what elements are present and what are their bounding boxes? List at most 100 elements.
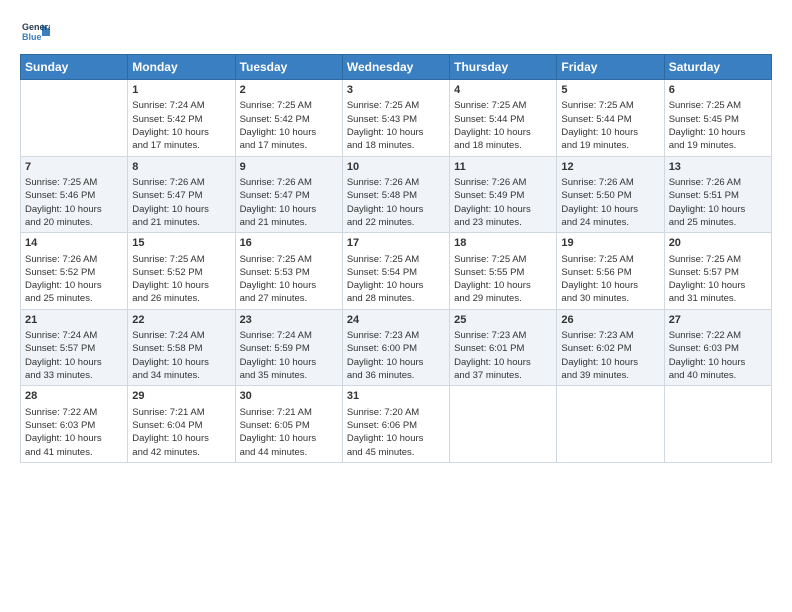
calendar-cell: 18Sunrise: 7:25 AM Sunset: 5:55 PM Dayli… bbox=[450, 233, 557, 310]
day-number: 19 bbox=[561, 236, 659, 251]
day-info: Sunrise: 7:26 AM Sunset: 5:47 PM Dayligh… bbox=[132, 176, 230, 229]
calendar-week-row: 28 Sunrise: 7:22 AM Sunset: 6:03 PM Dayli… bbox=[21, 386, 772, 463]
calendar-cell: 8Sunrise: 7:26 AM Sunset: 5:47 PM Daylig… bbox=[128, 156, 235, 233]
day-number: 29 bbox=[132, 389, 230, 404]
day-info: Sunrise: 7:24 AM Sunset: 5:42 PM Dayligh… bbox=[132, 99, 230, 152]
day-info: Sunrise: 7:25 AM Sunset: 5:43 PM Dayligh… bbox=[347, 99, 445, 152]
day-info: Sunrise: 7:25 AM Sunset: 5:44 PM Dayligh… bbox=[561, 99, 659, 152]
day-info: Sunrise: 7:20 AM Sunset: 6:06 PM Dayligh… bbox=[347, 406, 445, 459]
calendar-week-row: 21Sunrise: 7:24 AM Sunset: 5:57 PM Dayli… bbox=[21, 309, 772, 386]
day-info: Sunrise: 7:26 AM Sunset: 5:52 PM Dayligh… bbox=[25, 253, 123, 306]
calendar-cell: 28 Sunrise: 7:22 AM Sunset: 6:03 PM Dayli… bbox=[21, 386, 128, 463]
day-number: 25 bbox=[454, 313, 552, 328]
weekday-header: Friday bbox=[557, 55, 664, 80]
day-number: 11 bbox=[454, 160, 552, 175]
day-info: Sunrise: 7:22 AM Sunset: 6:03 PM Dayligh… bbox=[669, 329, 767, 382]
weekday-header: Saturday bbox=[664, 55, 771, 80]
day-info: Sunrise: 7:23 AM Sunset: 6:00 PM Dayligh… bbox=[347, 329, 445, 382]
calendar-cell: 7Sunrise: 7:25 AM Sunset: 5:46 PM Daylig… bbox=[21, 156, 128, 233]
calendar-week-row: 7Sunrise: 7:25 AM Sunset: 5:46 PM Daylig… bbox=[21, 156, 772, 233]
weekday-header: Wednesday bbox=[342, 55, 449, 80]
calendar-cell: 15 Sunrise: 7:25 AM Sunset: 5:52 PM Dayli… bbox=[128, 233, 235, 310]
day-info: Sunrise: 7:25 AM Sunset: 5:54 PM Dayligh… bbox=[347, 253, 445, 306]
day-number: 18 bbox=[454, 236, 552, 251]
day-number: 17 bbox=[347, 236, 445, 251]
calendar-cell: 3Sunrise: 7:25 AM Sunset: 5:43 PM Daylig… bbox=[342, 80, 449, 157]
calendar-cell: 29 Sunrise: 7:21 AM Sunset: 6:04 PM Dayli… bbox=[128, 386, 235, 463]
day-info: Sunrise: 7:25 AM Sunset: 5:57 PM Dayligh… bbox=[669, 253, 767, 306]
day-info: Sunrise: 7:26 AM Sunset: 5:48 PM Dayligh… bbox=[347, 176, 445, 229]
day-info: Sunrise: 7:25 AM Sunset: 5:46 PM Dayligh… bbox=[25, 176, 123, 229]
day-number: 10 bbox=[347, 160, 445, 175]
calendar-cell: 12Sunrise: 7:26 AM Sunset: 5:50 PM Dayli… bbox=[557, 156, 664, 233]
day-info: Sunrise: 7:24 AM Sunset: 5:58 PM Dayligh… bbox=[132, 329, 230, 382]
calendar-cell: 25Sunrise: 7:23 AM Sunset: 6:01 PM Dayli… bbox=[450, 309, 557, 386]
day-number: 31 bbox=[347, 389, 445, 404]
calendar-cell: 27Sunrise: 7:22 AM Sunset: 6:03 PM Dayli… bbox=[664, 309, 771, 386]
day-number: 8 bbox=[132, 160, 230, 175]
calendar-cell: 4Sunrise: 7:25 AM Sunset: 5:44 PM Daylig… bbox=[450, 80, 557, 157]
day-info: Sunrise: 7:25 AM Sunset: 5:45 PM Dayligh… bbox=[669, 99, 767, 152]
header-row: SundayMondayTuesdayWednesdayThursdayFrid… bbox=[21, 55, 772, 80]
day-number: 21 bbox=[25, 313, 123, 328]
day-info: Sunrise: 7:22 AM Sunset: 6:03 PM Dayligh… bbox=[25, 406, 123, 459]
calendar-cell: 17 Sunrise: 7:25 AM Sunset: 5:54 PM Dayli… bbox=[342, 233, 449, 310]
calendar-cell: 30Sunrise: 7:21 AM Sunset: 6:05 PM Dayli… bbox=[235, 386, 342, 463]
day-info: Sunrise: 7:21 AM Sunset: 6:04 PM Dayligh… bbox=[132, 406, 230, 459]
day-info: Sunrise: 7:25 AM Sunset: 5:42 PM Dayligh… bbox=[240, 99, 338, 152]
calendar-cell: 19Sunrise: 7:25 AM Sunset: 5:56 PM Dayli… bbox=[557, 233, 664, 310]
day-info: Sunrise: 7:23 AM Sunset: 6:01 PM Dayligh… bbox=[454, 329, 552, 382]
calendar-cell bbox=[664, 386, 771, 463]
day-info: Sunrise: 7:24 AM Sunset: 5:59 PM Dayligh… bbox=[240, 329, 338, 382]
calendar-cell bbox=[450, 386, 557, 463]
day-info: Sunrise: 7:25 AM Sunset: 5:52 PM Dayligh… bbox=[132, 253, 230, 306]
calendar-cell: 20 Sunrise: 7:25 AM Sunset: 5:57 PM Dayli… bbox=[664, 233, 771, 310]
calendar-week-row: 14 Sunrise: 7:26 AM Sunset: 5:52 PM Dayli… bbox=[21, 233, 772, 310]
day-number: 13 bbox=[669, 160, 767, 175]
day-info: Sunrise: 7:23 AM Sunset: 6:02 PM Dayligh… bbox=[561, 329, 659, 382]
day-number: 2 bbox=[240, 83, 338, 98]
day-number: 20 bbox=[669, 236, 767, 251]
calendar-cell bbox=[21, 80, 128, 157]
calendar-cell: 23Sunrise: 7:24 AM Sunset: 5:59 PM Dayli… bbox=[235, 309, 342, 386]
calendar-cell: 26Sunrise: 7:23 AM Sunset: 6:02 PM Dayli… bbox=[557, 309, 664, 386]
weekday-header: Thursday bbox=[450, 55, 557, 80]
day-number: 12 bbox=[561, 160, 659, 175]
day-number: 4 bbox=[454, 83, 552, 98]
day-number: 27 bbox=[669, 313, 767, 328]
day-info: Sunrise: 7:24 AM Sunset: 5:57 PM Dayligh… bbox=[25, 329, 123, 382]
calendar-cell: 14 Sunrise: 7:26 AM Sunset: 5:52 PM Dayli… bbox=[21, 233, 128, 310]
calendar-week-row: 1Sunrise: 7:24 AM Sunset: 5:42 PM Daylig… bbox=[21, 80, 772, 157]
day-info: Sunrise: 7:26 AM Sunset: 5:51 PM Dayligh… bbox=[669, 176, 767, 229]
day-number: 15 bbox=[132, 236, 230, 251]
day-number: 7 bbox=[25, 160, 123, 175]
weekday-header: Monday bbox=[128, 55, 235, 80]
calendar-cell: 24Sunrise: 7:23 AM Sunset: 6:00 PM Dayli… bbox=[342, 309, 449, 386]
day-number: 24 bbox=[347, 313, 445, 328]
day-number: 5 bbox=[561, 83, 659, 98]
day-number: 30 bbox=[240, 389, 338, 404]
calendar-cell: 5Sunrise: 7:25 AM Sunset: 5:44 PM Daylig… bbox=[557, 80, 664, 157]
calendar-cell: 21Sunrise: 7:24 AM Sunset: 5:57 PM Dayli… bbox=[21, 309, 128, 386]
calendar-cell: 11Sunrise: 7:26 AM Sunset: 5:49 PM Dayli… bbox=[450, 156, 557, 233]
day-number: 1 bbox=[132, 83, 230, 98]
calendar-cell: 9Sunrise: 7:26 AM Sunset: 5:47 PM Daylig… bbox=[235, 156, 342, 233]
day-info: Sunrise: 7:26 AM Sunset: 5:50 PM Dayligh… bbox=[561, 176, 659, 229]
calendar-cell: 22Sunrise: 7:24 AM Sunset: 5:58 PM Dayli… bbox=[128, 309, 235, 386]
day-number: 6 bbox=[669, 83, 767, 98]
calendar-cell: 16 Sunrise: 7:25 AM Sunset: 5:53 PM Dayli… bbox=[235, 233, 342, 310]
header: General Blue bbox=[20, 16, 772, 46]
calendar-cell: 6Sunrise: 7:25 AM Sunset: 5:45 PM Daylig… bbox=[664, 80, 771, 157]
day-number: 22 bbox=[132, 313, 230, 328]
calendar-table: SundayMondayTuesdayWednesdayThursdayFrid… bbox=[20, 54, 772, 463]
day-number: 16 bbox=[240, 236, 338, 251]
logo: General Blue bbox=[20, 16, 54, 46]
weekday-header: Tuesday bbox=[235, 55, 342, 80]
svg-text:Blue: Blue bbox=[22, 32, 42, 42]
day-info: Sunrise: 7:25 AM Sunset: 5:53 PM Dayligh… bbox=[240, 253, 338, 306]
day-number: 28 bbox=[25, 389, 123, 404]
logo-icon: General Blue bbox=[20, 16, 50, 46]
calendar-cell: 13Sunrise: 7:26 AM Sunset: 5:51 PM Dayli… bbox=[664, 156, 771, 233]
day-number: 14 bbox=[25, 236, 123, 251]
day-number: 9 bbox=[240, 160, 338, 175]
